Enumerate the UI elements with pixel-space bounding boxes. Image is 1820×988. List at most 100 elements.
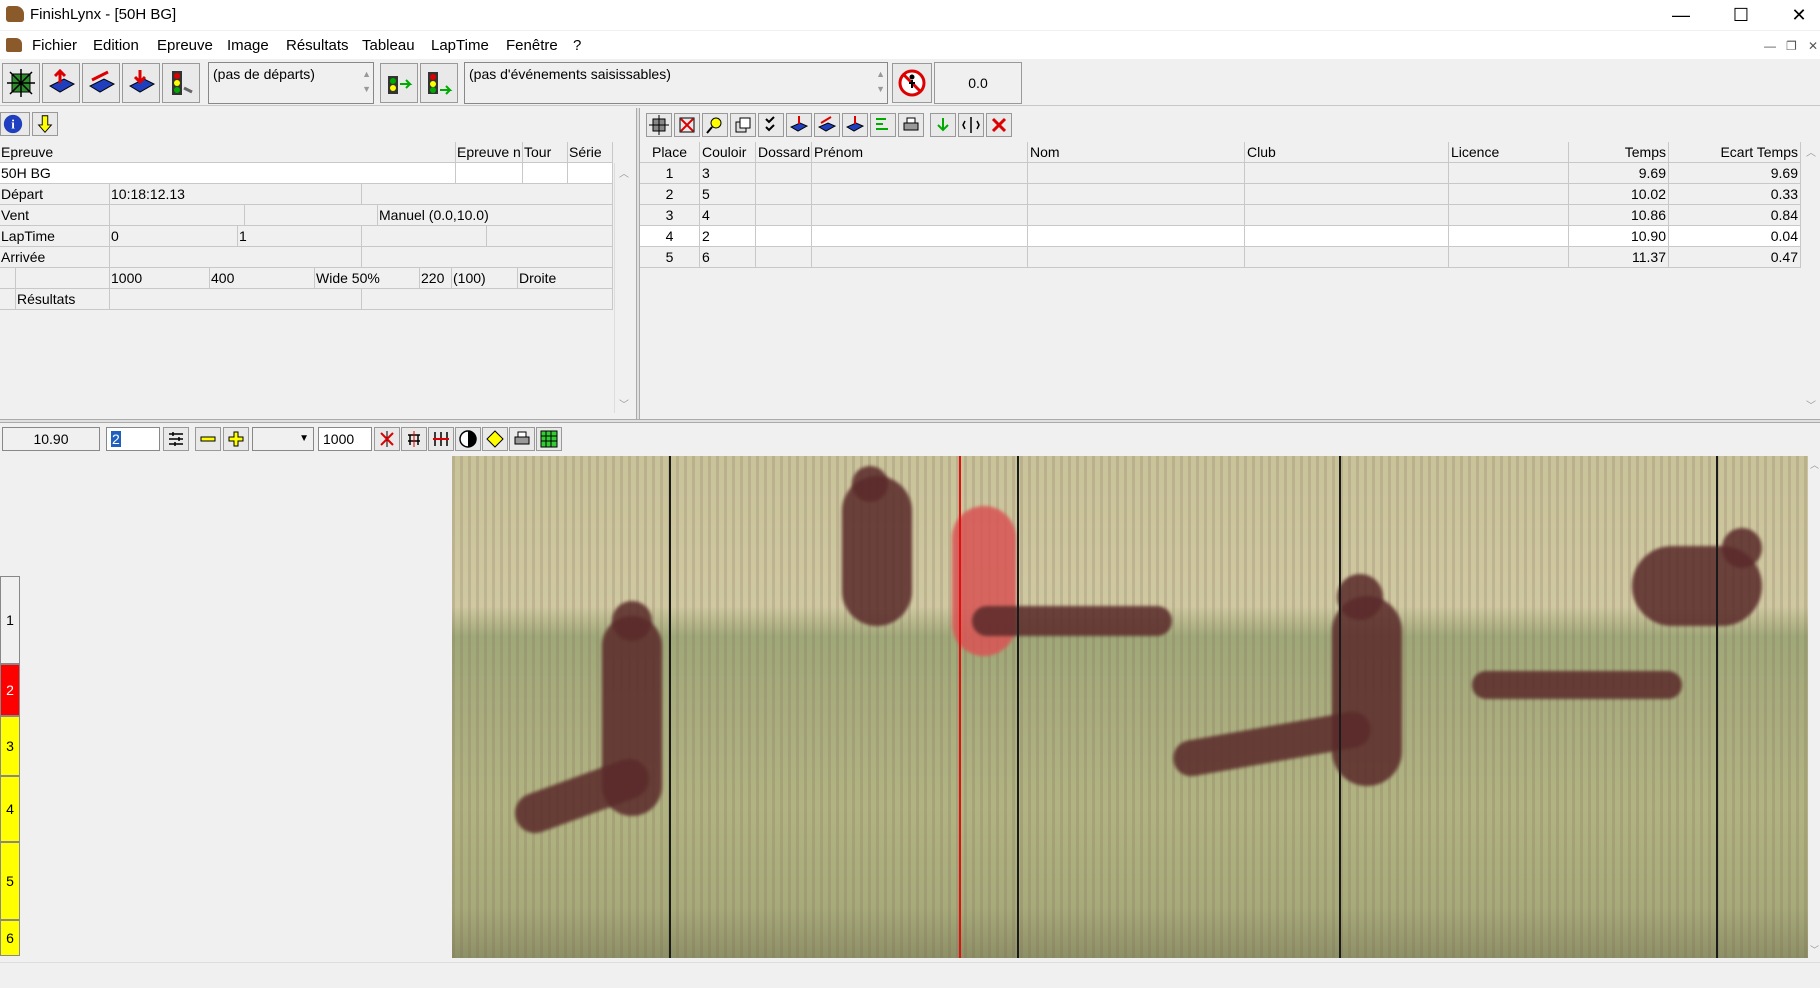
col-licence[interactable]: Licence: [1449, 142, 1569, 163]
results-sort-button[interactable]: [870, 113, 896, 137]
image-print-button[interactable]: [509, 427, 535, 451]
zoom-out-button[interactable]: [195, 427, 221, 451]
cell-licence[interactable]: [1449, 184, 1569, 205]
results-scrollbar[interactable]: ︿ ﹀: [1804, 142, 1820, 414]
results-copy-button[interactable]: [730, 113, 756, 137]
hurdle-button[interactable]: [401, 427, 427, 451]
round-field[interactable]: [523, 163, 568, 184]
density-field[interactable]: 1000: [318, 427, 372, 451]
cell-last-name[interactable]: [1028, 205, 1245, 226]
event-number-field[interactable]: [456, 163, 523, 184]
menu-edition[interactable]: Edition: [93, 37, 139, 54]
zoom-select[interactable]: ▼: [252, 427, 314, 451]
cell-bib[interactable]: [756, 163, 812, 184]
cell-place[interactable]: 1: [640, 163, 700, 184]
menu-resultats[interactable]: Résultats: [286, 37, 349, 54]
image-time-field[interactable]: 10.90: [2, 427, 100, 451]
vent-value-2[interactable]: [245, 205, 378, 226]
cell-time[interactable]: 10.90: [1569, 226, 1669, 247]
brightness-button[interactable]: [482, 427, 508, 451]
menu-help[interactable]: ?: [573, 37, 581, 54]
save-event-button[interactable]: [122, 63, 160, 103]
menu-epreuve[interactable]: Epreuve: [157, 37, 213, 54]
cell-lane[interactable]: 3: [700, 163, 756, 184]
cell-club[interactable]: [1245, 163, 1449, 184]
depart-value[interactable]: 10:18:12.13: [110, 184, 362, 205]
mdi-close-icon[interactable]: ✕: [1808, 39, 1818, 53]
results-import-button[interactable]: [786, 113, 812, 137]
results-capture-button[interactable]: [646, 113, 672, 137]
cell-bib[interactable]: [756, 247, 812, 268]
lane-label-6[interactable]: 6: [0, 920, 20, 956]
results-edit-button[interactable]: [814, 113, 840, 137]
event-combo[interactable]: (pas d'événements saisissables) ▲ ▼: [464, 62, 888, 104]
cell-lane[interactable]: 4: [700, 205, 756, 226]
cell-first-name[interactable]: [812, 163, 1028, 184]
cell-licence[interactable]: [1449, 247, 1569, 268]
laptime-value-4[interactable]: [487, 226, 613, 247]
cell-bib[interactable]: [756, 226, 812, 247]
lane-label-5[interactable]: 5: [0, 842, 20, 920]
mdi-app-icon[interactable]: [6, 38, 22, 52]
cell-time[interactable]: 9.69: [1569, 163, 1669, 184]
resultats-value[interactable]: [110, 289, 362, 310]
cell-last-name[interactable]: [1028, 247, 1245, 268]
cell-place[interactable]: 4: [640, 226, 700, 247]
cursor-line[interactable]: [959, 456, 961, 958]
cell-time[interactable]: 11.37: [1569, 247, 1669, 268]
cell-gap[interactable]: 0.84: [1669, 205, 1801, 226]
lane-list-button[interactable]: [163, 427, 189, 451]
laptime-value-1[interactable]: 0: [110, 226, 238, 247]
import-button[interactable]: [32, 112, 58, 136]
col-prenom[interactable]: Prénom: [812, 142, 1028, 163]
cell-time[interactable]: 10.86: [1569, 205, 1669, 226]
edit-event-button[interactable]: [82, 63, 120, 103]
open-event-button[interactable]: [42, 63, 80, 103]
cell-club[interactable]: [1245, 247, 1449, 268]
setting-frame-rate[interactable]: 400: [210, 268, 315, 289]
laptime-value-3[interactable]: [362, 226, 487, 247]
cell-bib[interactable]: [756, 184, 812, 205]
event-next-button[interactable]: [420, 63, 458, 103]
cell-gap[interactable]: 0.47: [1669, 247, 1801, 268]
results-export-button[interactable]: [842, 113, 868, 137]
col-ecart-temps[interactable]: Ecart Temps: [1669, 142, 1801, 163]
minimize-button[interactable]: —: [1652, 0, 1710, 30]
laptime-value-2[interactable]: 1: [238, 226, 362, 247]
results-search-button[interactable]: [702, 113, 728, 137]
no-start-button[interactable]: [892, 63, 932, 103]
capture-button[interactable]: [2, 63, 40, 103]
setting-direction[interactable]: Droite: [518, 268, 613, 289]
setting-density[interactable]: 1000: [110, 268, 210, 289]
event-info-scrollbar[interactable]: ︿ ﹀: [614, 163, 632, 413]
cell-gap[interactable]: 9.69: [1669, 163, 1801, 184]
cell-club[interactable]: [1245, 226, 1449, 247]
cell-lane[interactable]: 5: [700, 184, 756, 205]
heat-field[interactable]: [568, 163, 613, 184]
cell-place[interactable]: 5: [640, 247, 700, 268]
lane-label-2[interactable]: 2: [0, 664, 20, 716]
mdi-restore-icon[interactable]: ❐: [1786, 39, 1797, 53]
col-dossard[interactable]: Dossard: [756, 142, 812, 163]
traffic-light-button[interactable]: [162, 63, 200, 103]
start-list-spinner[interactable]: ▲ ▼: [362, 67, 371, 97]
setting-gain[interactable]: (100): [452, 268, 518, 289]
accept-button[interactable]: [930, 113, 956, 137]
cell-bib[interactable]: [756, 205, 812, 226]
cell-first-name[interactable]: [812, 184, 1028, 205]
menu-laptime[interactable]: LapTime: [431, 37, 489, 54]
remove-button[interactable]: [986, 113, 1012, 137]
event-name-field[interactable]: 50H BG: [0, 163, 456, 184]
cell-last-name[interactable]: [1028, 163, 1245, 184]
cell-time[interactable]: 10.02: [1569, 184, 1669, 205]
grid-button[interactable]: [536, 427, 562, 451]
cell-first-name[interactable]: [812, 226, 1028, 247]
col-temps[interactable]: Temps: [1569, 142, 1669, 163]
menu-image[interactable]: Image: [227, 37, 269, 54]
event-combo-spinner[interactable]: ▲ ▼: [876, 67, 885, 97]
results-delete-button[interactable]: [674, 113, 700, 137]
clear-marks-button[interactable]: [374, 427, 400, 451]
cell-lane[interactable]: 6: [700, 247, 756, 268]
split-button[interactable]: [958, 113, 984, 137]
results-check-button[interactable]: [758, 113, 784, 137]
